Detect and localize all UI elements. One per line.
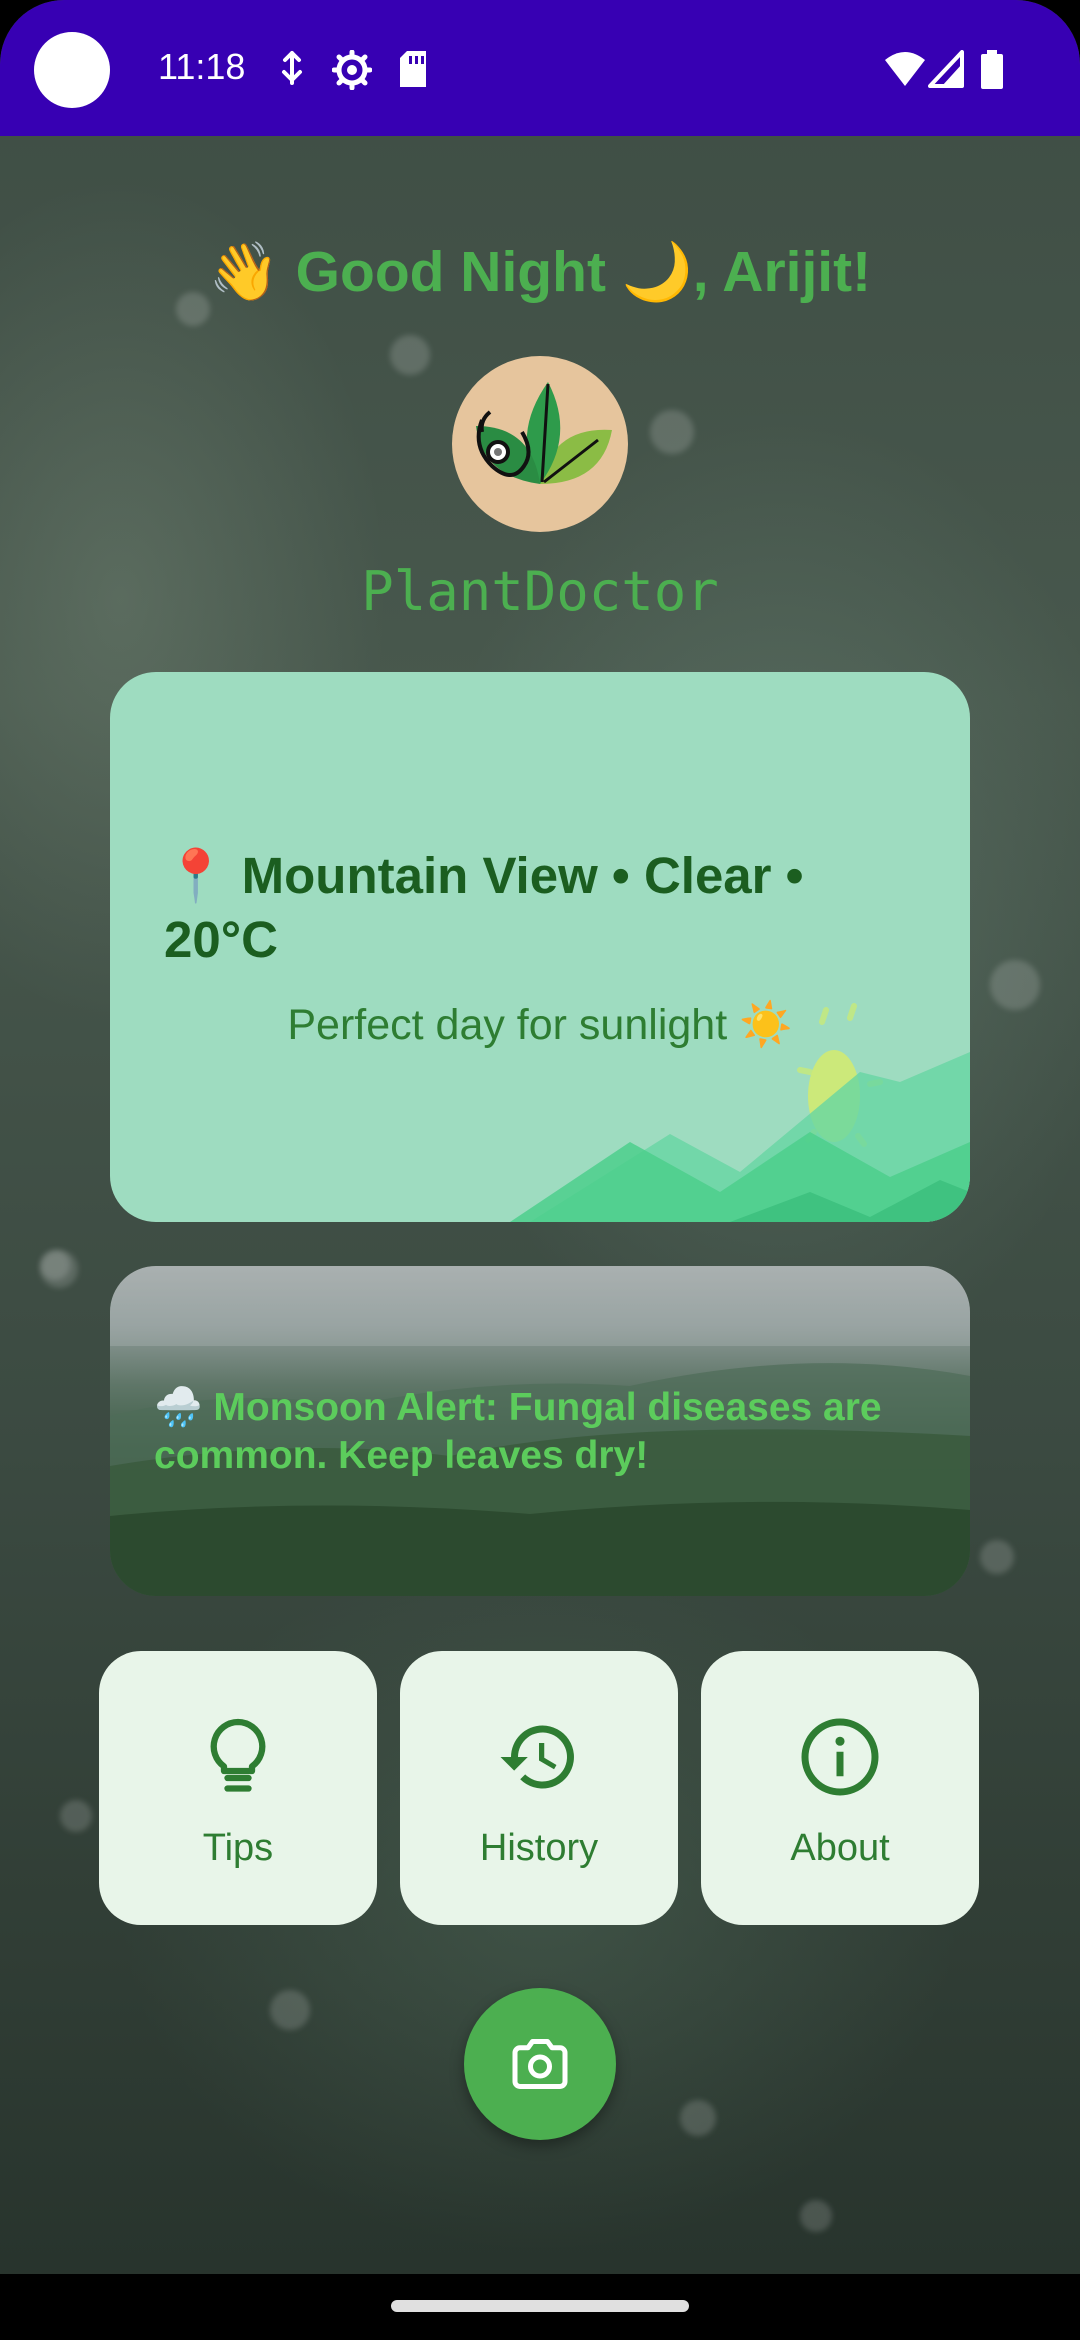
history-icon — [500, 1725, 574, 1789]
background-bokeh — [270, 1990, 310, 2030]
battery-icon — [981, 50, 1003, 89]
about-label: About — [790, 1827, 890, 1869]
tips-label: Tips — [202, 1827, 274, 1869]
tips-button[interactable]: Tips — [99, 1651, 377, 1925]
greeting-text: 👋 Good Night 🌙, Arijit! — [208, 240, 872, 304]
plant-doctor-logo — [452, 356, 628, 532]
app-screen: 11:18 👋 Good Night 🌙, Arijit! PlantDocto… — [0, 0, 1080, 2340]
camera-icon — [512, 2039, 568, 2089]
monsoon-alert-text: 🌧️ Monsoon Alert: Fungal diseases are co… — [154, 1386, 882, 1477]
status-time: 11:18 — [158, 46, 246, 87]
weather-subtitle: Perfect day for sunlight ☀️ — [287, 1001, 793, 1049]
history-label: History — [479, 1827, 599, 1869]
lightbulb-icon — [210, 1718, 266, 1792]
background-bokeh — [990, 960, 1040, 1010]
camera-cutout — [34, 32, 110, 108]
background-bokeh — [980, 1540, 1014, 1574]
app-name: PlantDoctor — [361, 560, 719, 623]
signal-icon — [928, 50, 964, 88]
wifi-icon — [885, 52, 925, 86]
info-icon — [801, 1718, 879, 1796]
background-bokeh — [40, 1250, 70, 1280]
about-button[interactable]: About — [701, 1651, 979, 1925]
weather-card[interactable]: 📍 Mountain View • Clear • 20°C Perfect d… — [110, 672, 970, 1222]
background-bokeh — [390, 335, 430, 375]
home-gesture-handle[interactable] — [391, 2300, 689, 2312]
status-bar: 11:18 — [0, 0, 1080, 136]
settings-icon — [332, 50, 372, 90]
background-bokeh — [60, 1800, 92, 1832]
camera-fab-button[interactable] — [464, 1988, 616, 2140]
history-button[interactable]: History — [400, 1651, 678, 1925]
sd-card-icon — [400, 51, 426, 87]
tap-icon — [282, 51, 302, 85]
background-bokeh — [650, 410, 694, 454]
background-bokeh — [680, 2100, 716, 2136]
background-bokeh — [800, 2200, 832, 2232]
monsoon-alert-card[interactable]: 🌧️ Monsoon Alert: Fungal diseases are co… — [110, 1266, 970, 1596]
weather-summary: 📍 Mountain View • Clear • 20°C — [164, 847, 804, 968]
